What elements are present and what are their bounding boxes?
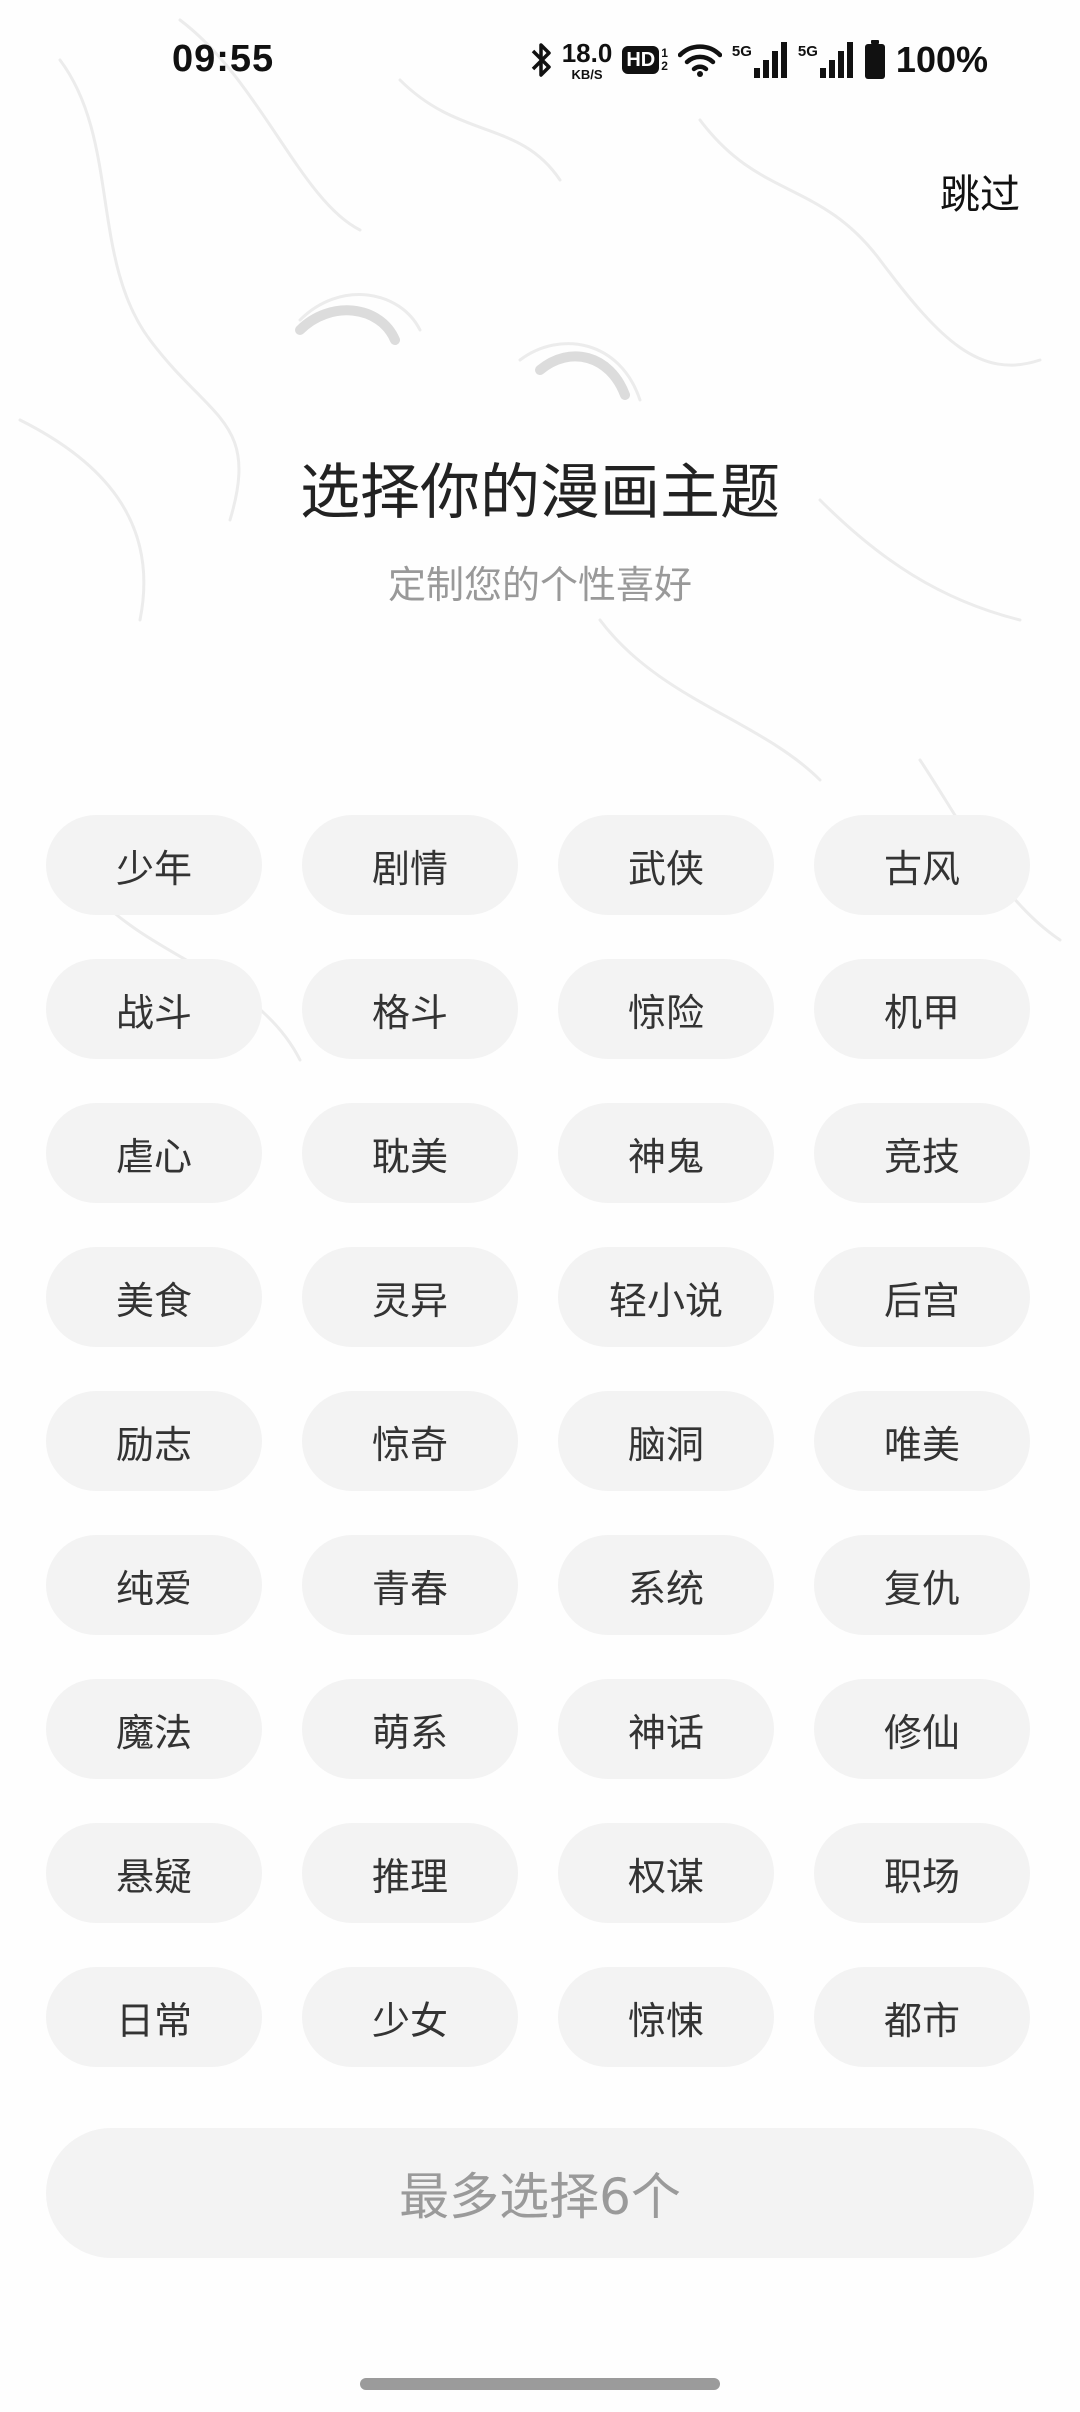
topic-tag[interactable]: 战斗 [46,959,262,1059]
topic-tag[interactable]: 神话 [558,1679,774,1779]
battery-icon [864,40,885,79]
hd-icon: HD 1 2 [622,46,668,74]
battery-percent: 100% [895,39,988,80]
signal-1-label: 5G [731,43,752,60]
topic-tag[interactable]: 虐心 [46,1103,262,1203]
topic-tag[interactable]: 剧情 [302,815,518,915]
topic-tag[interactable]: 职场 [814,1823,1030,1923]
topic-tag[interactable]: 武侠 [558,815,774,915]
hd-label: HD [622,46,660,74]
status-time: 09:55 [172,38,275,80]
topic-tag[interactable]: 修仙 [814,1679,1030,1779]
hd-sub: 1 2 [661,47,668,72]
signal-icon: 5G [732,42,788,78]
hd-sub-2: 2 [661,59,668,73]
topic-tag[interactable]: 权谋 [558,1823,774,1923]
topic-tag[interactable]: 后宫 [814,1247,1030,1347]
topic-tag[interactable]: 少年 [46,815,262,915]
skip-button[interactable]: 跳过 [940,162,1020,220]
topic-tag[interactable]: 耽美 [302,1103,518,1203]
topic-tag[interactable]: 惊悚 [558,1967,774,2067]
network-speed: 18.0 KB/S [562,40,613,81]
topic-tag[interactable]: 复仇 [814,1535,1030,1635]
topic-tag[interactable]: 古风 [814,815,1030,915]
topic-tag[interactable]: 惊险 [558,959,774,1059]
wifi-icon [677,44,722,77]
network-speed-value: 18.0 [561,37,613,68]
topic-tag[interactable]: 都市 [814,1967,1030,2067]
home-indicator[interactable] [360,2378,720,2390]
topic-tag[interactable]: 纯爱 [46,1535,262,1635]
topic-tag[interactable]: 神鬼 [558,1103,774,1203]
bluetooth-icon [531,43,551,77]
status-icons: 18.0 KB/S HD 1 2 5G 5G 100% [530,34,988,86]
topic-tag[interactable]: 轻小说 [558,1247,774,1347]
topic-tag[interactable]: 唯美 [814,1391,1030,1491]
topic-tag[interactable]: 脑洞 [558,1391,774,1491]
topic-tag[interactable]: 魔法 [46,1679,262,1779]
topic-tag[interactable]: 灵异 [302,1247,518,1347]
topic-tag[interactable]: 悬疑 [46,1823,262,1923]
status-bar: 09:55 18.0 KB/S HD 1 2 5G 5G 100% [0,0,1080,120]
topic-tag[interactable]: 少女 [302,1967,518,2067]
topic-tag[interactable]: 系统 [558,1535,774,1635]
topic-tag[interactable]: 机甲 [814,959,1030,1059]
topic-grid: 少年 剧情 武侠 古风 战斗 格斗 惊险 机甲 虐心 耽美 神鬼 竞技 美食 灵… [46,815,1034,2067]
signal-icon: 5G [798,42,854,78]
topic-tag[interactable]: 萌系 [302,1679,518,1779]
topic-tag[interactable]: 推理 [302,1823,518,1923]
topic-tag[interactable]: 日常 [46,1967,262,2067]
topic-tag[interactable]: 青春 [302,1535,518,1635]
topic-tag[interactable]: 竞技 [814,1103,1030,1203]
topic-tag[interactable]: 美食 [46,1247,262,1347]
confirm-selection-button[interactable]: 最多选择6个 [46,2128,1034,2258]
network-speed-unit: KB/S [571,66,603,82]
page-title: 选择你的漫画主题 [300,458,780,528]
page-subtitle: 定制您的个性喜好 [387,563,692,607]
topic-tag[interactable]: 励志 [46,1391,262,1491]
topic-tag[interactable]: 惊奇 [302,1391,518,1491]
topic-tag[interactable]: 格斗 [302,959,518,1059]
signal-2-label: 5G [797,43,818,60]
